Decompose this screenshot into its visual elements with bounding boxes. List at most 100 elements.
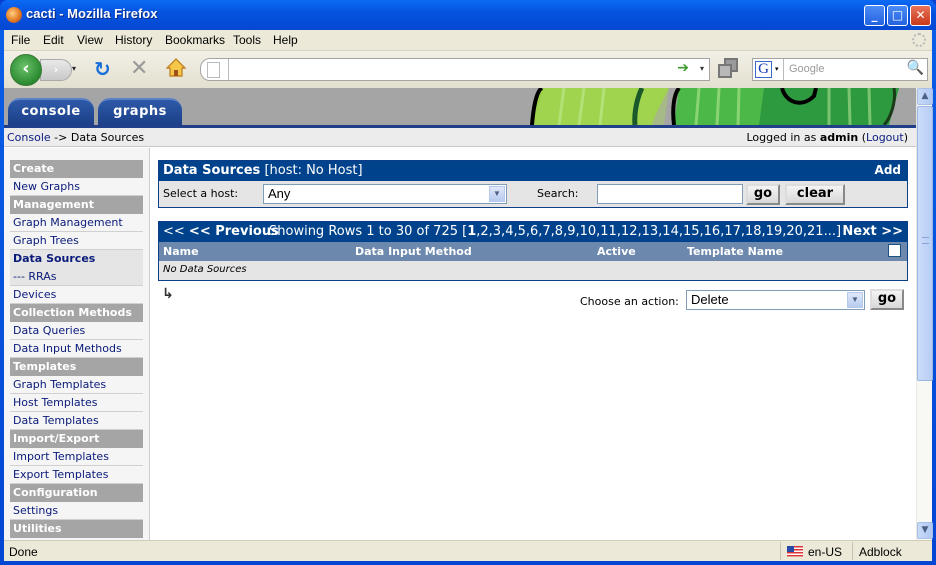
page-link-current[interactable]: 1 <box>467 224 476 239</box>
sidebar-item-graph-management[interactable]: Graph Management <box>10 214 143 232</box>
page-links[interactable]: ,2,3,4,5,6,7,8,9,10,11,12,13,14,15,16,17… <box>476 224 841 239</box>
sidebar-item-data-sources[interactable]: Data Sources <box>10 250 143 268</box>
sidebar-item-new-graphs[interactable]: New Graphs <box>10 178 143 196</box>
history-dropdown-icon[interactable]: ▾ <box>72 64 76 73</box>
search-placeholder[interactable]: Google <box>789 63 824 75</box>
sidebar-header-templates: Templates <box>10 358 143 376</box>
sidebar-item-data-templates[interactable]: Data Templates <box>10 412 143 430</box>
tab-graphs[interactable]: graphs <box>98 98 182 125</box>
sidebar-item-host-templates[interactable]: Host Templates <box>10 394 143 412</box>
menu-bar: File Edit View History Bookmarks Tools H… <box>4 30 932 51</box>
go-arrow-icon[interactable]: ➔ <box>677 60 689 76</box>
locale-indicator[interactable]: en-US <box>780 542 848 560</box>
search-box[interactable]: G ▾ Google 🔍 <box>752 58 928 81</box>
breadcrumb-console-link[interactable]: Console <box>7 131 51 144</box>
url-separator <box>228 59 229 80</box>
back-icon: ‹ <box>22 58 30 79</box>
action-label: Choose an action: <box>580 295 679 308</box>
sidebar-item-data-queries[interactable]: Data Queries <box>10 322 143 340</box>
cacti-banner: console graphs <box>4 88 916 125</box>
url-dropdown-icon[interactable]: ▾ <box>700 64 704 73</box>
search-input[interactable] <box>597 184 743 204</box>
google-engine-icon[interactable]: G <box>755 61 772 78</box>
menu-bookmarks[interactable]: Bookmarks <box>165 33 225 47</box>
sidebar-item-devices[interactable]: Devices <box>10 286 143 304</box>
menu-file[interactable]: File <box>11 33 30 47</box>
table-row: No Data Sources <box>159 261 907 280</box>
login-user: admin <box>819 131 859 144</box>
column-name[interactable]: Name <box>163 245 199 258</box>
sidebar-item-rras[interactable]: --- RRAs <box>10 268 143 286</box>
clear-button[interactable]: clear <box>785 184 845 205</box>
adblock-button[interactable]: Adblock <box>852 542 918 560</box>
menu-history[interactable]: History <box>115 33 152 47</box>
sidebar-item-export-templates[interactable]: Export Templates <box>10 466 143 484</box>
url-input[interactable] <box>233 61 633 78</box>
menu-view[interactable]: View <box>77 33 103 47</box>
sidebar-header-collection-methods: Collection Methods <box>10 304 143 322</box>
logout-link[interactable]: Logout <box>866 131 904 144</box>
previous-label: << Previous <box>188 224 279 239</box>
home-button[interactable] <box>165 57 187 79</box>
status-text: Done <box>9 545 38 559</box>
sidebar-header-create: Create <box>10 160 143 178</box>
login-status: Logged in as admin (Logout) <box>746 131 908 144</box>
sidebar-header-management: Management <box>10 196 143 214</box>
filter-row: Select a host: Any ▼ Search: go clear <box>159 181 907 207</box>
sidebar-header-import-export: Import/Export <box>10 430 143 448</box>
filter-panel: Data Sources [host: No Host] Add Select … <box>158 160 908 208</box>
login-prefix: Logged in as <box>746 131 820 144</box>
engine-dropdown-icon[interactable]: ▾ <box>775 65 779 73</box>
sidebar-item-data-input-methods[interactable]: Data Input Methods <box>10 340 143 358</box>
host-select[interactable]: Any ▼ <box>263 184 507 204</box>
chevron-down-icon[interactable]: ▼ <box>847 292 863 308</box>
tab-console[interactable]: console <box>8 98 94 125</box>
sidebar-header-configuration: Configuration <box>10 484 143 502</box>
search-icon[interactable]: 🔍 <box>907 60 924 76</box>
sidebar-item-settings[interactable]: Settings <box>10 502 143 520</box>
next-link[interactable]: Next >> <box>842 224 903 239</box>
column-template-name[interactable]: Template Name <box>687 245 783 258</box>
grip-icon <box>922 237 929 244</box>
column-data-input-method[interactable]: Data Input Method <box>355 245 472 258</box>
menu-edit[interactable]: Edit <box>43 33 64 47</box>
scroll-thumb[interactable] <box>917 106 933 381</box>
scroll-up-button[interactable]: ▲ <box>917 88 933 105</box>
filter-go-button[interactable]: go <box>746 184 780 205</box>
select-arrow-icon: ↳ <box>162 286 174 302</box>
back-button[interactable]: ‹ <box>10 54 42 86</box>
pager-bar: << << Previous Showing Rows 1 to 30 of 7… <box>159 222 907 242</box>
stop-button[interactable]: ✕ <box>130 56 148 81</box>
tabs-button[interactable] <box>718 58 740 80</box>
scroll-down-button[interactable]: ▼ <box>917 522 933 539</box>
showing-prefix: Showing Rows 1 to 30 of 725 [ <box>269 224 468 239</box>
sidebar-item-graph-trees[interactable]: Graph Trees <box>10 232 143 250</box>
navigation-toolbar: › ‹ ▾ ↻ ✕ ➔ ▾ G ▾ Google 🔍 <box>4 51 932 88</box>
url-bar[interactable]: ➔ ▾ <box>200 58 710 81</box>
sidebar-item-graph-templates[interactable]: Graph Templates <box>10 376 143 394</box>
forward-button[interactable]: › <box>40 59 72 81</box>
sidebar: Create New Graphs Management Graph Manag… <box>4 148 150 540</box>
reload-button[interactable]: ↻ <box>94 57 111 81</box>
add-link[interactable]: Add <box>875 163 901 177</box>
select-all-checkbox[interactable] <box>888 244 901 257</box>
close-button[interactable]: ✕ <box>910 5 931 26</box>
minimize-button[interactable]: _ <box>864 5 885 26</box>
chevron-down-icon[interactable]: ▼ <box>489 186 505 202</box>
column-active[interactable]: Active <box>597 245 636 258</box>
home-icon <box>165 58 187 77</box>
vertical-scrollbar[interactable]: ▲ ▼ <box>916 88 933 540</box>
filter-panel-header: Data Sources [host: No Host] Add <box>159 161 907 181</box>
table-header: Name Data Input Method Active Template N… <box>159 242 907 261</box>
host-select-value: Any <box>268 186 291 201</box>
action-select[interactable]: Delete ▼ <box>686 290 865 310</box>
action-go-button[interactable]: go <box>870 289 904 310</box>
sidebar-item-import-templates[interactable]: Import Templates <box>10 448 143 466</box>
menu-tools[interactable]: Tools <box>233 33 261 47</box>
menu-help[interactable]: Help <box>273 33 298 47</box>
showing-rows: Showing Rows 1 to 30 of 725 [1,2,3,4,5,6… <box>269 224 841 239</box>
previous-link[interactable]: << << Previous <box>163 224 279 239</box>
maximize-button[interactable]: □ <box>887 5 908 26</box>
status-bar: Done en-US Adblock <box>4 540 932 561</box>
title-bar: cacti - Mozilla Firefox _ □ ✕ <box>0 0 936 30</box>
